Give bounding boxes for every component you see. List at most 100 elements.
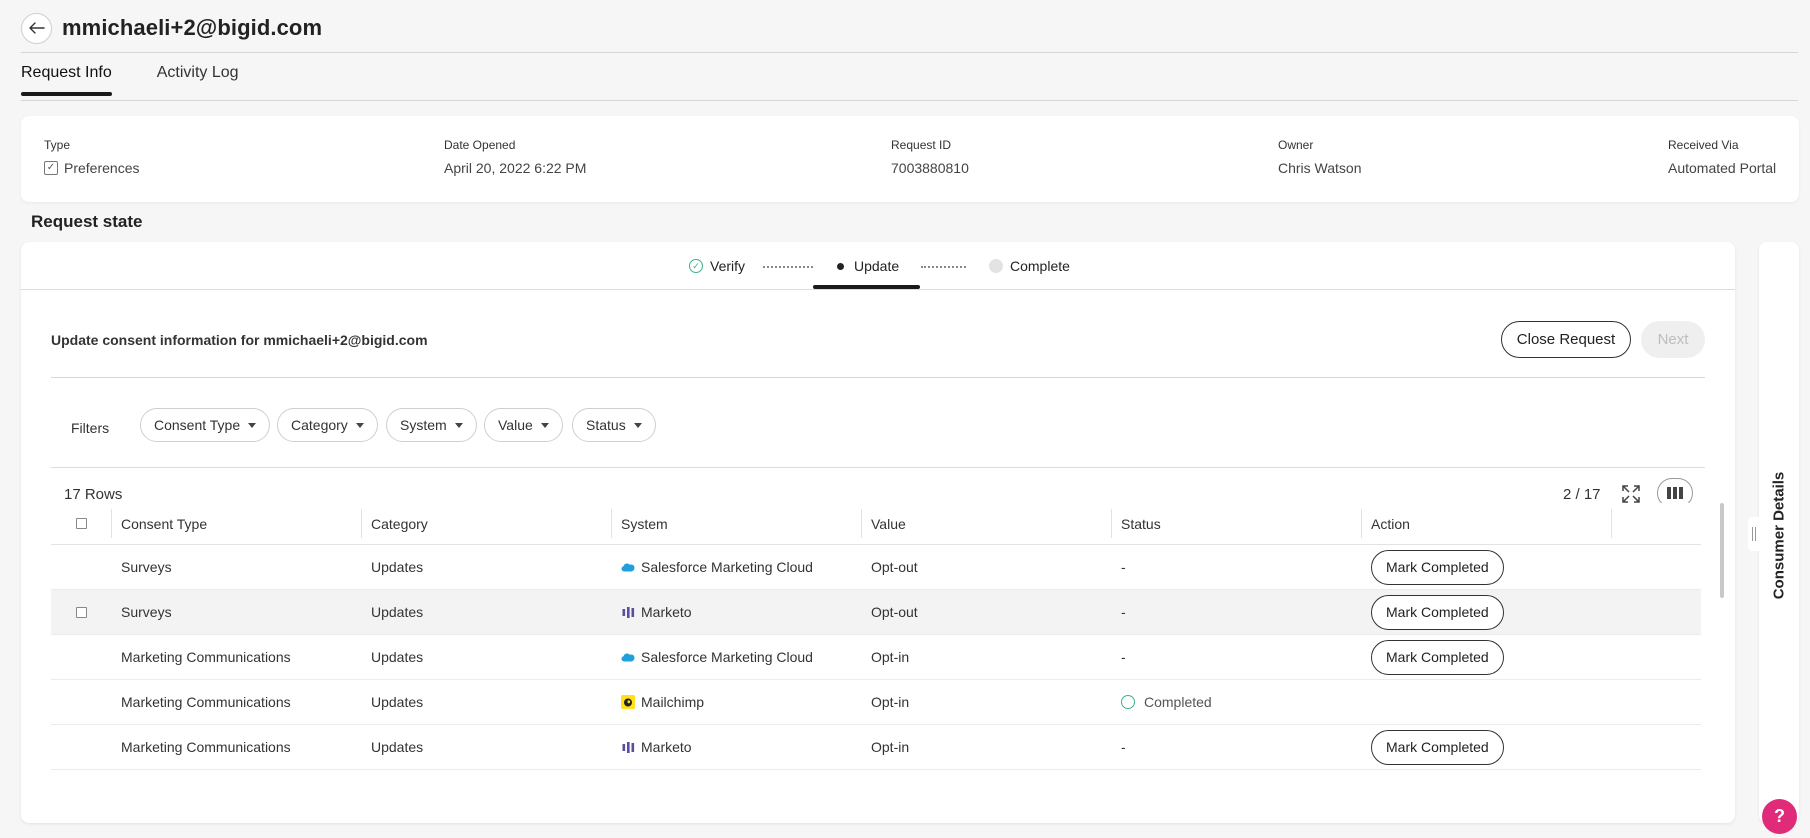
step-update[interactable]: Update: [833, 258, 899, 274]
system-name: Salesforce Marketing Cloud: [641, 649, 813, 665]
mark-completed-button[interactable]: Mark Completed: [1371, 594, 1504, 630]
completed-status-icon: [1121, 695, 1135, 709]
salesforce-icon: [621, 650, 635, 664]
select-all-checkbox[interactable]: [75, 518, 87, 529]
check-circle-icon: ✓: [689, 259, 703, 273]
page-header: mmichaeli+2@bigid.com: [21, 8, 322, 48]
table-row[interactable]: Surveys Updates Salesforce Marketing Clo…: [51, 545, 1701, 590]
columns-icon: [1667, 487, 1683, 499]
filter-system[interactable]: System: [386, 408, 477, 442]
value-cell: Opt-in: [871, 694, 910, 710]
table-row[interactable]: Marketing Communications Updates Mailchi…: [51, 680, 1701, 725]
row-select-cell: [51, 590, 111, 634]
value-cell: Opt-in: [871, 649, 910, 665]
filters-label: Filters: [71, 420, 110, 436]
step-label: Verify: [710, 258, 746, 274]
divider: [21, 100, 1798, 101]
consent-table: Consent Type Category System Value Statu…: [51, 503, 1701, 770]
request-id-value: 7003880810: [891, 160, 969, 176]
action-cell: Mark Completed: [1361, 545, 1611, 589]
select-all-cell: [51, 503, 111, 544]
salesforce-icon: [621, 560, 635, 574]
column-header[interactable]: System: [611, 503, 861, 544]
expand-icon[interactable]: [1621, 484, 1641, 504]
consumer-details-text: Consumer Details: [1770, 471, 1788, 599]
empty-cell: [1611, 545, 1701, 589]
tab-activity-log[interactable]: Activity Log: [157, 64, 239, 94]
value-cell: Opt-in: [871, 739, 910, 755]
filter-label: System: [400, 417, 447, 433]
divider: [21, 52, 1798, 53]
rows-count: 17 Rows: [64, 486, 123, 503]
value-cell: Opt-out: [871, 559, 918, 575]
system-name: Mailchimp: [641, 694, 705, 710]
mark-completed-button[interactable]: Mark Completed: [1371, 729, 1504, 765]
filter-value[interactable]: Value: [484, 408, 563, 442]
row-checkbox[interactable]: [75, 606, 87, 618]
column-header[interactable]: Value: [861, 503, 1111, 544]
type-value: Preferences: [64, 160, 140, 176]
empty-cell: [1611, 680, 1701, 724]
received-via-value: Automated Portal: [1668, 160, 1777, 176]
consent-type-cell: Surveys: [121, 604, 172, 620]
category-cell: Updates: [371, 694, 424, 710]
mark-completed-button[interactable]: Mark Completed: [1371, 639, 1504, 675]
mark-completed-button[interactable]: Mark Completed: [1371, 549, 1504, 585]
owner-value: Chris Watson: [1278, 160, 1362, 176]
status-cell: -: [1121, 739, 1126, 755]
marketo-icon: [621, 605, 635, 619]
value-cell: Opt-out: [871, 604, 918, 620]
step-complete[interactable]: Complete: [989, 258, 1070, 274]
consumer-details-label[interactable]: Consumer Details: [1764, 470, 1794, 600]
page-title: mmichaeli+2@bigid.com: [62, 15, 323, 40]
filter-consent-type[interactable]: Consent Type: [140, 408, 271, 442]
system-name: Marketo: [641, 739, 692, 755]
tab-bar: Request Info Activity Log: [21, 64, 284, 96]
step-verify[interactable]: ✓ Verify: [689, 258, 745, 274]
row-select-cell: [51, 680, 111, 724]
table-row[interactable]: Surveys Updates Marketo Opt-out - Mark C…: [51, 590, 1701, 635]
back-button[interactable]: [21, 12, 52, 44]
action-cell: Mark Completed: [1361, 590, 1611, 634]
table-row[interactable]: Marketing Communications Updates Marketo…: [51, 725, 1701, 770]
filter-label: Consent Type: [154, 417, 241, 433]
table-scrollbar[interactable]: [1720, 503, 1724, 598]
tab-request-info[interactable]: Request Info: [21, 64, 112, 96]
marketo-icon: [621, 740, 635, 754]
action-cell: Mark Completed: [1361, 635, 1611, 679]
filters-bar: Filters Consent Type Category System Val…: [51, 408, 1705, 468]
help-button[interactable]: ?: [1762, 799, 1797, 834]
row-select-cell: [51, 545, 111, 589]
request-info-card: Type ✓ Preferences Date Opened April 20,…: [21, 116, 1799, 202]
category-cell: Updates: [371, 559, 424, 575]
caret-down-icon: [248, 422, 257, 428]
column-header[interactable]: Consent Type: [111, 503, 361, 544]
category-cell: Updates: [371, 739, 424, 755]
received-via-label: Received Via: [1668, 138, 1739, 152]
system-cell: Marketo: [611, 725, 861, 769]
close-request-button[interactable]: Close Request: [1501, 321, 1631, 358]
consent-type-cell: Marketing Communications: [121, 694, 291, 710]
table-header: Consent Type Category System Value Statu…: [51, 503, 1701, 545]
filter-category[interactable]: Category: [277, 408, 378, 442]
date-opened-value: April 20, 2022 6:22 PM: [444, 160, 587, 176]
filter-status[interactable]: Status: [572, 408, 656, 442]
panel-drag-handle[interactable]: [1748, 517, 1760, 551]
status-cell: -: [1121, 649, 1126, 665]
column-header[interactable]: Action: [1361, 503, 1611, 544]
status-cell: -: [1121, 559, 1126, 575]
step-label: Complete: [1010, 258, 1070, 274]
system-cell: Marketo: [611, 590, 861, 634]
consent-type-cell: Marketing Communications: [121, 649, 291, 665]
column-header[interactable]: Category: [361, 503, 611, 544]
next-button[interactable]: Next: [1641, 321, 1705, 358]
column-header[interactable]: Status: [1111, 503, 1361, 544]
update-heading: Update consent information for mmichaeli…: [51, 332, 428, 348]
owner-label: Owner: [1278, 138, 1314, 152]
date-opened-field: Date Opened April 20, 2022 6:22 PM: [444, 138, 586, 176]
caret-down-icon: [454, 422, 463, 428]
table-row[interactable]: Marketing Communications Updates Salesfo…: [51, 635, 1701, 680]
empty-cell: [1611, 590, 1701, 634]
request-state-title: Request state: [31, 212, 143, 231]
owner-field: Owner Chris Watson: [1278, 138, 1362, 176]
